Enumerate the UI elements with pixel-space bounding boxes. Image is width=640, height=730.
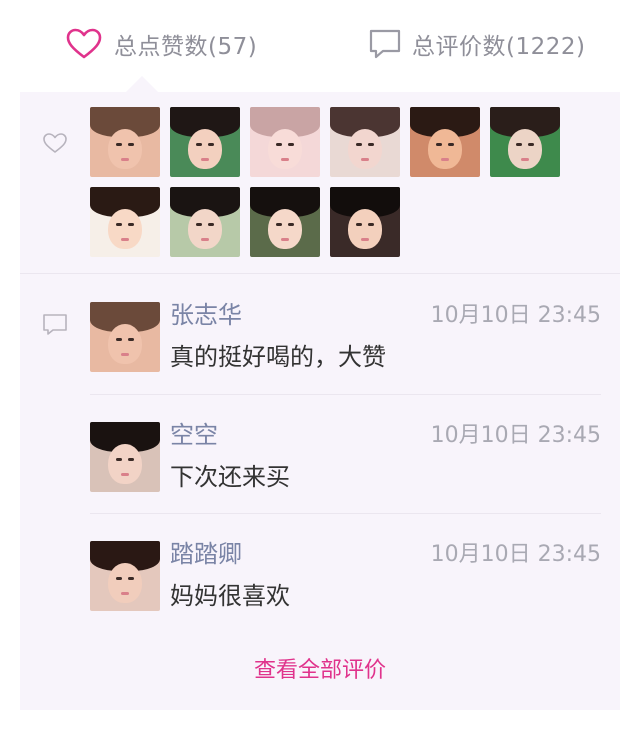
avatar-eye (116, 458, 122, 461)
comment-text: 妈妈很喜欢 (170, 582, 290, 610)
avatar-eye (128, 577, 134, 580)
comment-text: 下次还来买 (170, 463, 290, 491)
liker-avatar[interactable] (490, 107, 560, 177)
avatar-face (508, 129, 542, 169)
liker-avatar[interactable] (330, 107, 400, 177)
tab-bar: 总点赞数(57) 总评价数(1222) (0, 0, 640, 92)
avatar-eye (516, 143, 522, 146)
view-all-reviews-link[interactable]: 查看全部评价 (20, 652, 620, 684)
avatar-eye (208, 223, 214, 226)
comment-text: 真的挺好喝的，大赞 (170, 343, 386, 371)
comment-time: 10月10日 23:45 (430, 542, 601, 567)
avatar-face (108, 209, 142, 249)
likes-section (20, 92, 620, 274)
liker-avatar[interactable] (250, 107, 320, 177)
heart-icon (66, 28, 102, 60)
avatar-mouth (201, 158, 209, 161)
comment-item: 空空 10月10日 23:45 下次还来买 (90, 394, 601, 513)
avatar-eye (116, 143, 122, 146)
tab-likes-label: 总点赞数(57) (114, 34, 258, 60)
avatar-eye (116, 338, 122, 341)
avatar-eye (208, 143, 214, 146)
liker-avatar[interactable] (410, 107, 480, 177)
liker-avatar-grid (90, 107, 570, 267)
avatar-mouth (281, 158, 289, 161)
avatar-mouth (121, 473, 129, 476)
avatar-mouth (201, 238, 209, 241)
avatar-mouth (121, 158, 129, 161)
comment-author[interactable]: 张志华 (170, 295, 242, 330)
liker-avatar[interactable] (330, 187, 400, 257)
avatar-face (108, 129, 142, 169)
avatar-mouth (441, 158, 449, 161)
heart-outline-icon (42, 132, 68, 158)
avatar-eye (196, 143, 202, 146)
avatar-eye (368, 143, 374, 146)
avatar-eye (356, 223, 362, 226)
avatar-face (108, 444, 142, 484)
avatar-eye (436, 143, 442, 146)
liker-avatar[interactable] (90, 187, 160, 257)
avatar[interactable] (90, 422, 160, 492)
avatar-face (108, 563, 142, 603)
avatar-eye (128, 223, 134, 226)
bottom-spacer (0, 710, 640, 730)
avatar-eye (356, 143, 362, 146)
avatar-eye (128, 458, 134, 461)
liker-avatar[interactable] (90, 107, 160, 177)
comment-author[interactable]: 空空 (170, 415, 218, 450)
comment-time: 10月10日 23:45 (430, 423, 601, 448)
avatar-eye (128, 143, 134, 146)
tab-comments-label: 总评价数(1222) (412, 34, 586, 60)
avatar-mouth (361, 238, 369, 241)
avatar-eye (116, 223, 122, 226)
liker-avatar[interactable] (170, 187, 240, 257)
avatar-mouth (521, 158, 529, 161)
avatar-mouth (121, 592, 129, 595)
avatar-face (188, 129, 222, 169)
avatar-eye (116, 577, 122, 580)
comment-author[interactable]: 踏踏卿 (170, 534, 242, 569)
avatar-eye (528, 143, 534, 146)
liker-avatar[interactable] (250, 187, 320, 257)
active-tab-pointer (126, 76, 158, 92)
comment-item: 张志华 10月10日 23:45 真的挺好喝的，大赞 (90, 275, 601, 394)
avatar-face (348, 209, 382, 249)
avatar-eye (288, 223, 294, 226)
speech-bubble-icon (368, 28, 402, 60)
avatar[interactable] (90, 302, 160, 372)
avatar-face (428, 129, 462, 169)
avatar-face (348, 129, 382, 169)
avatar-eye (448, 143, 454, 146)
avatar-mouth (121, 353, 129, 356)
avatar-mouth (361, 158, 369, 161)
avatar-face (268, 129, 302, 169)
avatar-eye (368, 223, 374, 226)
avatar-eye (276, 143, 282, 146)
avatar-eye (276, 223, 282, 226)
avatar-face (108, 324, 142, 364)
avatar[interactable] (90, 541, 160, 611)
avatar-face (188, 209, 222, 249)
tab-likes[interactable]: 总点赞数(57) (66, 26, 257, 62)
avatar-mouth (121, 238, 129, 241)
content-panel: 张志华 10月10日 23:45 真的挺好喝的，大赞 空空 10月10日 23:… (20, 92, 620, 710)
comment-time: 10月10日 23:45 (430, 303, 601, 328)
avatar-face (268, 209, 302, 249)
avatar-eye (196, 223, 202, 226)
liker-avatar[interactable] (170, 107, 240, 177)
avatar-eye (288, 143, 294, 146)
comment-outline-icon (42, 313, 68, 341)
comment-item: 踏踏卿 10月10日 23:45 妈妈很喜欢 (90, 513, 601, 632)
avatar-mouth (281, 238, 289, 241)
tab-comments[interactable]: 总评价数(1222) (368, 26, 585, 62)
avatar-eye (128, 338, 134, 341)
